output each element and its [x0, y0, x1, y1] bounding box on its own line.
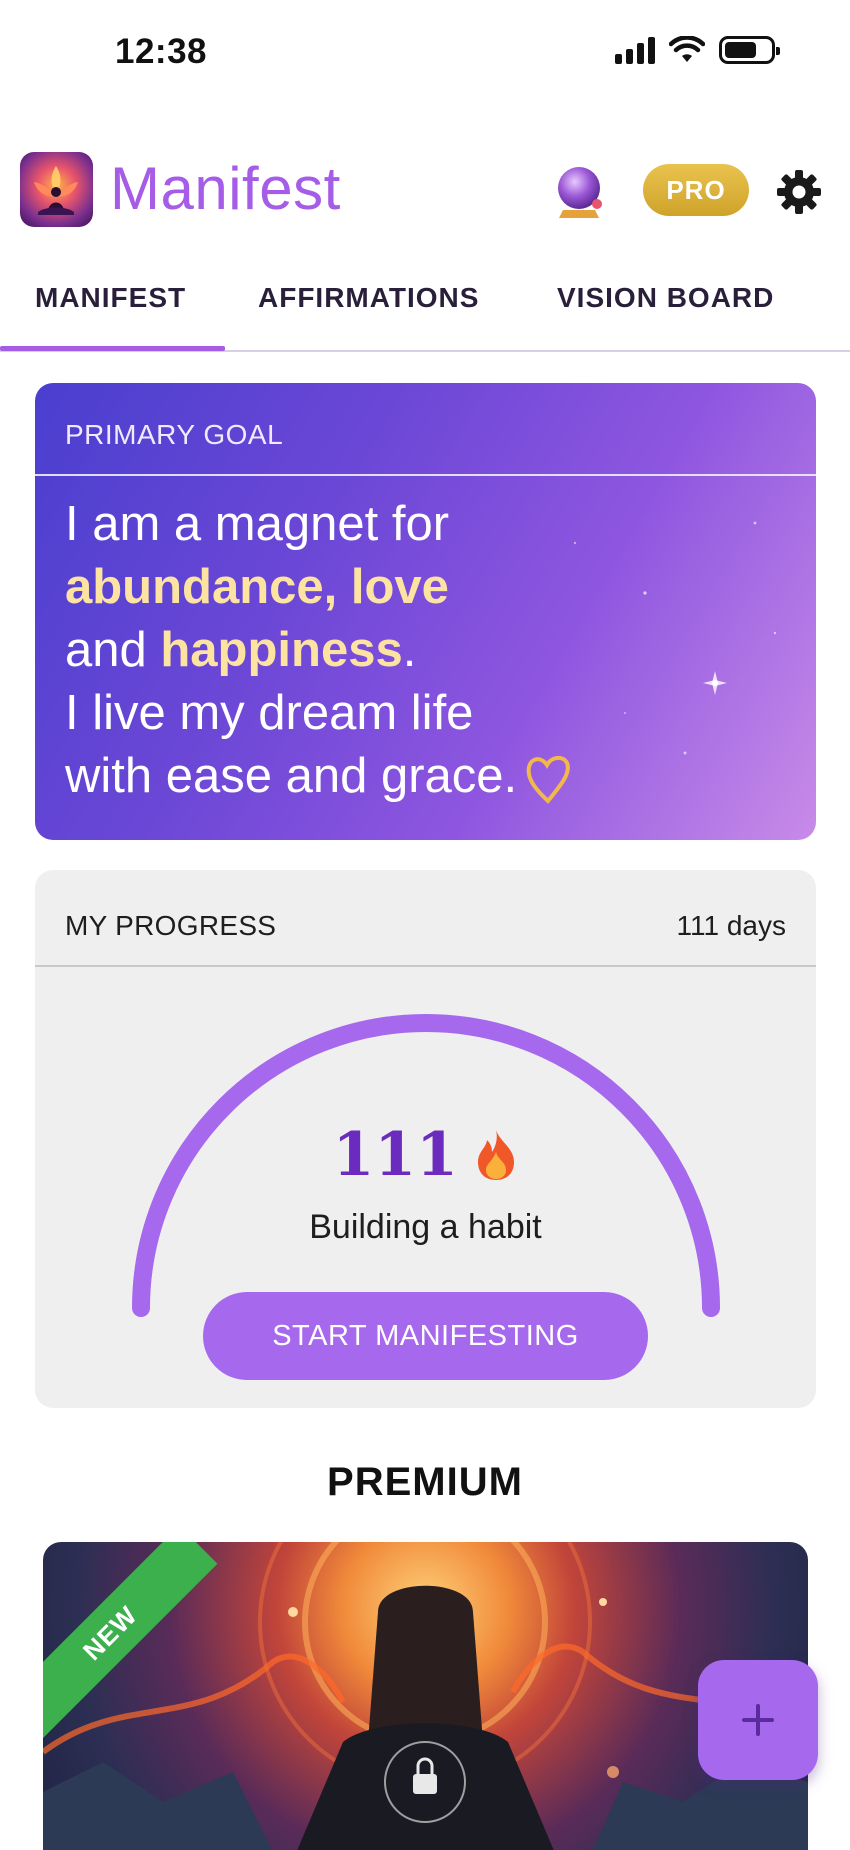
- pro-badge[interactable]: PRO: [643, 164, 749, 216]
- progress-days: 111 days: [676, 910, 786, 941]
- goal-line: .: [402, 623, 417, 677]
- heart-icon: [526, 756, 571, 804]
- premium-meditation-card[interactable]: NEW: [43, 1542, 808, 1850]
- gear-icon[interactable]: [775, 168, 823, 216]
- app-logo-icon: [20, 152, 93, 227]
- premium-section-title: PREMIUM: [327, 1460, 523, 1504]
- tab-affirmations[interactable]: AFFIRMATIONS: [258, 282, 479, 314]
- goal-label: PRIMARY GOAL: [65, 419, 284, 450]
- tab-bar: MANIFEST AFFIRMATIONS VISION BOARD: [0, 262, 850, 352]
- streak-caption: Building a habit: [309, 1208, 542, 1246]
- streak-count: 111: [332, 1120, 458, 1190]
- progress-card: MY PROGRESS 111 days 111 Building a habi…: [35, 870, 816, 1408]
- app-header: Manifest PRO: [0, 140, 850, 240]
- add-button[interactable]: [698, 1660, 818, 1780]
- streak-row: 111: [35, 1120, 816, 1190]
- goal-line: and: [65, 623, 161, 677]
- plus-icon: [742, 1704, 774, 1736]
- cellular-signal-icon: [615, 36, 655, 64]
- app-title: Manifest: [110, 155, 341, 222]
- start-manifesting-button[interactable]: START MANIFESTING: [203, 1292, 648, 1380]
- status-icons: [615, 36, 780, 64]
- fire-icon: [478, 1130, 515, 1180]
- goal-divider: [35, 474, 816, 476]
- battery-icon: [719, 36, 780, 64]
- progress-label: MY PROGRESS: [65, 910, 277, 941]
- status-time: 12:38: [115, 32, 208, 71]
- active-tab-indicator: [0, 346, 225, 351]
- goal-highlight: abundance, love: [65, 560, 449, 614]
- wifi-icon: [669, 36, 705, 62]
- goal-affirmation-text: I am a magnet for abundance, love and ha…: [65, 493, 571, 808]
- status-bar: 12:38: [0, 0, 850, 110]
- goal-highlight: happiness: [160, 623, 403, 677]
- crystal-ball-icon[interactable]: [555, 164, 607, 220]
- tab-vision-board[interactable]: VISION BOARD: [557, 282, 774, 314]
- goal-line: with ease and grace.: [65, 749, 518, 803]
- goal-line: I am a magnet for: [65, 497, 450, 551]
- tab-manifest[interactable]: MANIFEST: [35, 282, 186, 314]
- goal-line: I live my dream life: [65, 686, 474, 740]
- progress-divider: [35, 965, 816, 967]
- primary-goal-card[interactable]: PRIMARY GOAL I am a magnet for abundance…: [35, 383, 816, 840]
